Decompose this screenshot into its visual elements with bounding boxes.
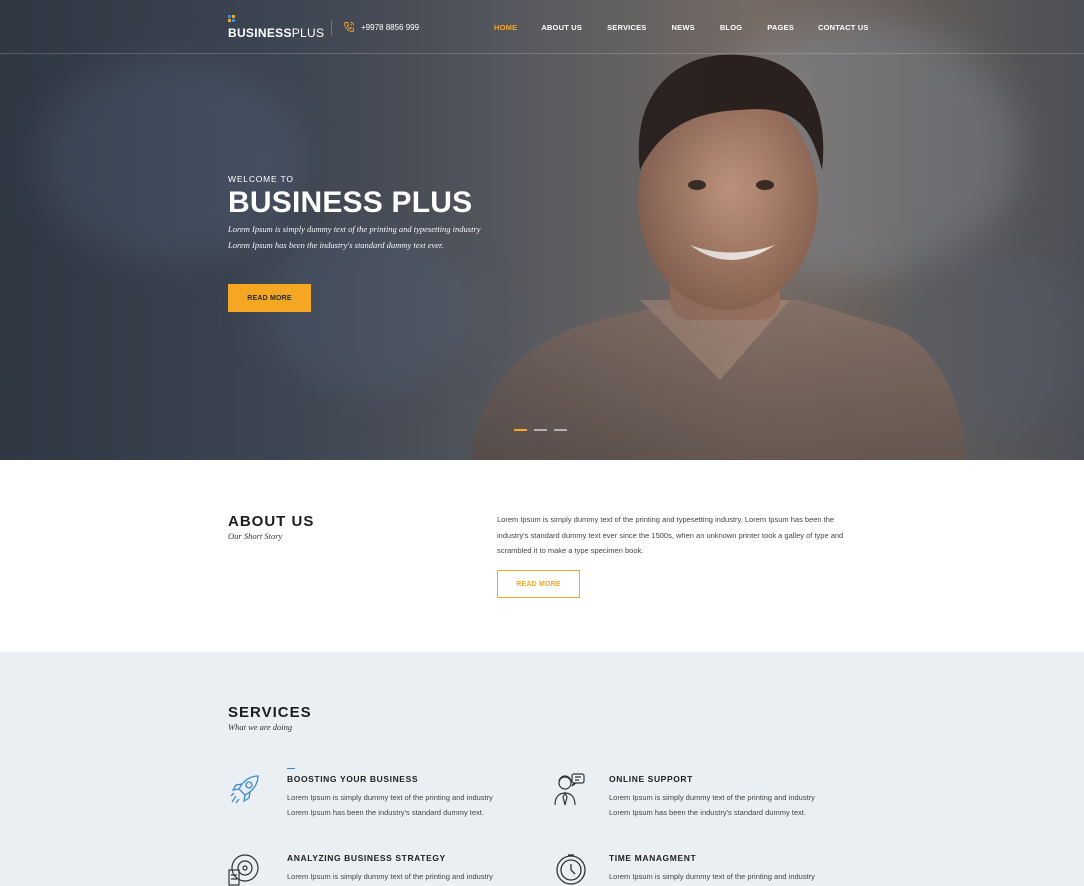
hero-kicker: WELCOME TO bbox=[228, 174, 294, 184]
hero-content: WELCOME TO BUSINESS PLUS Lorem Ipsum is … bbox=[228, 174, 481, 253]
nav-blog[interactable]: BLOG bbox=[720, 23, 742, 32]
hero-title: BUSINESS PLUS bbox=[228, 186, 473, 219]
nav-pages[interactable]: PAGES bbox=[767, 23, 794, 32]
about-subtitle: Our Short Story bbox=[228, 531, 283, 541]
header-phone[interactable]: +9978 8856 999 bbox=[343, 21, 419, 33]
accent-line bbox=[287, 768, 295, 769]
clock-icon bbox=[556, 854, 586, 885]
services-heading: SERVICES What we are doing bbox=[228, 704, 312, 732]
rocket-icon bbox=[230, 775, 259, 804]
about-title: ABOUT US bbox=[228, 513, 315, 530]
logo[interactable]: BUSINESSPLUS bbox=[228, 15, 324, 39]
slider-dot-2[interactable] bbox=[534, 429, 547, 431]
service-text-line-1: Lorem Ipsum is simply dummy text of the … bbox=[609, 872, 815, 881]
phone-icon bbox=[344, 22, 354, 32]
service-title: BOOSTING YOUR BUSINESS bbox=[287, 774, 419, 784]
nav-about-us[interactable]: ABOUT US bbox=[541, 23, 582, 32]
service-text-line-1: Lorem Ipsum is simply dummy text of the … bbox=[609, 793, 815, 802]
service-text-line-1: Lorem Ipsum is simply dummy text of the … bbox=[287, 872, 493, 881]
slider-dot-3[interactable] bbox=[554, 429, 567, 431]
hero-line-1: Lorem Ipsum is simply dummy text of the … bbox=[228, 224, 481, 234]
service-title: ANALYZING BUSINESS STRATEGY bbox=[287, 853, 446, 863]
slider-dot-1[interactable] bbox=[514, 429, 527, 431]
hero-read-more-button[interactable]: READ MORE bbox=[228, 284, 311, 312]
slider-dots bbox=[514, 429, 567, 431]
about-section: ABOUT US Our Short Story Lorem Ipsum is … bbox=[0, 460, 1084, 652]
nav-contact-us[interactable]: CONTACT US bbox=[818, 23, 869, 32]
logo-text-bold: BUSINESS bbox=[228, 26, 292, 40]
logo-text-light: PLUS bbox=[291, 26, 325, 40]
about-text: Lorem Ipsum is simply dummy text of the … bbox=[497, 515, 844, 555]
logo-mark bbox=[228, 15, 236, 23]
services-section: SERVICES What we are doing BOOSTING YOUR… bbox=[0, 652, 1084, 886]
logo-text: BUSINESSPLUS bbox=[228, 27, 324, 39]
service-title: TIME MANAGMENT bbox=[609, 853, 697, 863]
nav-news[interactable]: NEWS bbox=[672, 23, 695, 32]
service-title: ONLINE SUPPORT bbox=[609, 774, 693, 784]
hero-overlay bbox=[0, 0, 1084, 460]
support-agent-icon bbox=[554, 773, 585, 806]
top-navigation-bar: BUSINESSPLUS +9978 8856 999 HOME ABOUT U… bbox=[0, 0, 1084, 54]
nav-divider bbox=[331, 20, 332, 36]
services-subtitle: What we are doing bbox=[228, 722, 293, 732]
phone-number: +9978 8856 999 bbox=[361, 22, 420, 32]
service-text-line-2: Lorem Ipsum has been the industry's stan… bbox=[609, 808, 806, 817]
services-title: SERVICES bbox=[228, 704, 312, 721]
about-heading: ABOUT US Our Short Story bbox=[228, 513, 314, 541]
strategy-icon bbox=[228, 854, 259, 886]
service-text-line-1: Lorem Ipsum is simply dummy text of the … bbox=[287, 793, 493, 802]
hero-line-2: Lorem Ipsum has been the industry's stan… bbox=[228, 240, 444, 250]
nav-services[interactable]: SERVICES bbox=[607, 23, 646, 32]
nav-home[interactable]: HOME bbox=[494, 23, 517, 32]
about-read-more-button[interactable]: READ MORE bbox=[497, 570, 580, 598]
main-menu: HOME ABOUT US SERVICES NEWS BLOG PAGES C… bbox=[494, 23, 869, 32]
hero-slider: BUSINESSPLUS +9978 8856 999 HOME ABOUT U… bbox=[0, 0, 1084, 460]
service-text-line-2: Lorem Ipsum has been the industry's stan… bbox=[287, 808, 484, 817]
